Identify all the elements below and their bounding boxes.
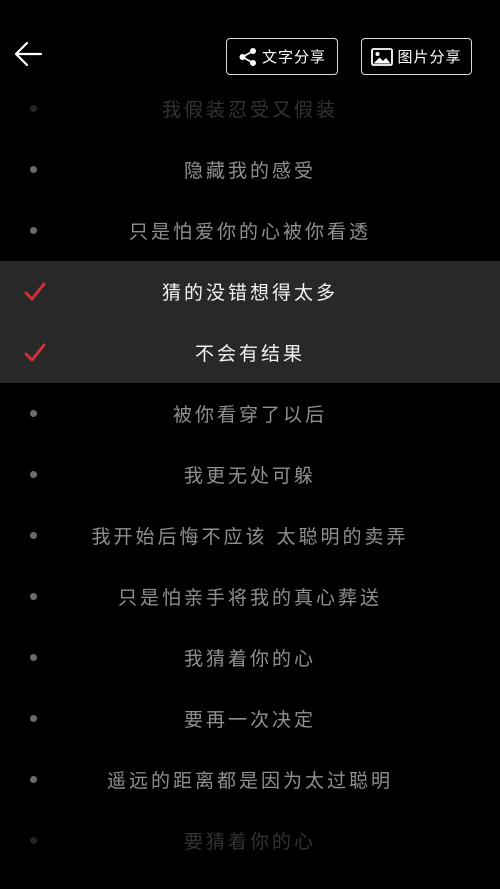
image-icon [371, 47, 394, 66]
lyric-share-screen: 我假装忍受又假装 隐藏我的感受 只是怕爱你的心被你看透 猜的没错想得太多 不会有结果 被你… [0, 0, 500, 889]
bullet-dot-icon [30, 532, 37, 539]
bullet-dot-icon [30, 715, 37, 722]
text-share-label: 文字分享 [261, 48, 326, 66]
back-button[interactable] [8, 36, 48, 76]
share-icon [238, 47, 258, 67]
lyric-row[interactable]: 隐藏我的感受 [0, 139, 500, 200]
top-bar: 文字分享 图片分享 [0, 0, 500, 100]
lyric-text: 遥远的距离都是因为太过聪明 [106, 770, 393, 792]
lyric-text: 隐藏我的感受 [183, 160, 316, 182]
bullet-dot-icon [30, 776, 37, 783]
bullet-dot-icon [30, 471, 37, 478]
lyric-row[interactable]: 我开始后悔不应该 太聪明的卖弄 [0, 505, 500, 566]
lyric-text: 猜的没错想得太多 [161, 282, 338, 304]
image-share-label: 图片分享 [397, 48, 462, 66]
lyric-row[interactable]: 遥远的距离都是因为太过聪明 [0, 749, 500, 810]
bullet-dot-icon [30, 166, 37, 173]
checkmark-icon [24, 342, 46, 364]
lyric-text: 要再一次决定 [183, 709, 316, 731]
lyric-text: 我更无处可躲 [183, 465, 316, 487]
lyric-row[interactable]: 猜的没错想得太多 [0, 261, 500, 322]
lyric-text: 被你看穿了以后 [172, 404, 327, 426]
bullet-dot-icon [30, 593, 37, 600]
lyric-row[interactable]: 不会有结果 [0, 322, 500, 383]
lyric-text: 我猜着你的心 [183, 648, 316, 670]
bullet-dot-icon [30, 227, 37, 234]
text-share-button[interactable]: 文字分享 [226, 38, 338, 75]
lyric-text: 只是怕爱你的心被你看透 [128, 221, 371, 243]
back-arrow-icon [13, 41, 43, 71]
lyric-text: 不会有结果 [194, 343, 305, 365]
lyric-text: 要猜着你的心 [183, 831, 316, 853]
lyric-text: 我开始后悔不应该 太聪明的卖弄 [91, 526, 409, 548]
bullet-dot-icon [30, 654, 37, 661]
bullet-dot-icon [30, 410, 37, 417]
checkmark-icon [24, 281, 46, 303]
lyric-row[interactable]: 被你看穿了以后 [0, 383, 500, 444]
image-share-button[interactable]: 图片分享 [361, 38, 472, 75]
lyric-row[interactable]: 要再一次决定 [0, 688, 500, 749]
lyric-row[interactable]: 我猜着你的心 [0, 627, 500, 688]
bullet-dot-icon [30, 105, 37, 112]
lyric-row[interactable]: 只是怕爱你的心被你看透 [0, 200, 500, 261]
lyric-row[interactable]: 要猜着你的心 [0, 810, 500, 871]
lyric-list[interactable]: 我假装忍受又假装 隐藏我的感受 只是怕爱你的心被你看透 猜的没错想得太多 不会有结果 被你… [0, 78, 500, 871]
lyric-row[interactable]: 我更无处可躲 [0, 444, 500, 505]
bullet-dot-icon [30, 837, 37, 844]
lyric-row[interactable]: 只是怕亲手将我的真心葬送 [0, 566, 500, 627]
lyric-text: 只是怕亲手将我的真心葬送 [117, 587, 382, 609]
